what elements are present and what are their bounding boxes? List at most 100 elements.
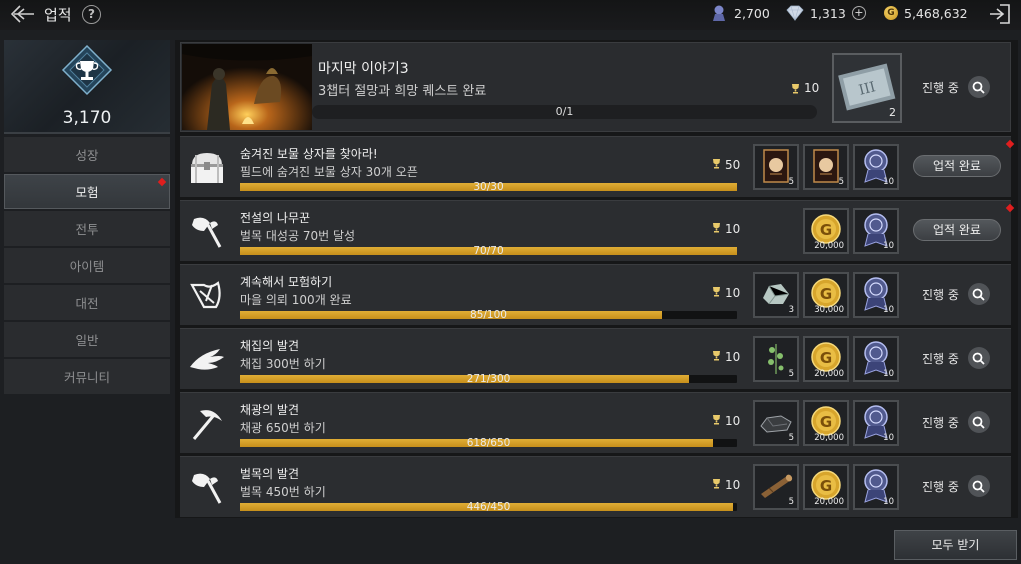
achievement-title: 채집의 발견 [240,339,300,353]
trophy-icon [711,222,722,236]
achievement-desc: 필드에 숨겨진 보물 상자 30개 오픈 [240,165,418,179]
progress-text: 271/300 [466,373,511,385]
complete-achievement-button[interactable]: 업적 완료 [913,219,1001,241]
trophy-value: 10 [725,350,741,364]
search-icon[interactable] [967,411,990,433]
reward-slot[interactable]: G 20,000 [803,400,849,446]
achievement-row[interactable]: 채광의 발견 채광 650번 하기 618/650 10 5 G 20,000 … [180,392,1011,453]
reward-slot[interactable]: 10 [853,400,899,446]
category-sidebar: 3,170 성장 모험 전투 아이템 대전 일반 커뮤니티 [4,40,170,400]
claim-all-button[interactable]: 모두 받기 [894,530,1017,560]
complete-achievement-button[interactable]: 업적 완료 [913,155,1001,177]
reward-slot[interactable]: 5 [753,144,799,190]
status-label: 진행 중 [922,479,959,494]
achievement-title: 채광의 발견 [240,403,300,417]
featured-status-label: 진행 중 [922,80,959,95]
add-diamond-button[interactable]: + [851,6,866,20]
featured-progress-text: 0/1 [555,105,574,118]
reward-slot[interactable]: 5 [803,144,849,190]
reward-slot[interactable]: 5 [753,336,799,382]
trophy-reward: 10 [711,350,740,364]
back-button[interactable] [8,3,38,25]
category-combat[interactable]: 전투 [4,211,170,246]
trophy-icon [792,83,799,93]
progress-text: 70/70 [473,245,504,257]
trophy-value: 10 [725,222,741,236]
reward-slot[interactable]: 3 [753,272,799,318]
trophy-value: 10 [725,414,741,428]
diamond-currency: 1,313 + [786,3,866,23]
featured-status[interactable]: 진행 중 [922,76,990,98]
reward-qty: 5 [788,497,794,507]
achievement-row[interactable]: 벌목의 발견 벌목 450번 하기 446/450 10 5 G 20,000 … [180,456,1011,517]
trophy-value: 50 [725,158,741,172]
story-scene-image [182,44,312,130]
status-in-progress[interactable]: 진행 중 [922,411,990,433]
featured-trophy-value: 10 [804,81,820,95]
reward-qty: 20,000 [814,497,844,507]
achievement-score: 3,170 [62,108,112,128]
exit-icon [990,4,1010,24]
medal-icon [713,5,725,21]
treasure-chest-icon [186,149,228,187]
category-community[interactable]: 커뮤니티 [4,359,170,394]
achievement-row[interactable]: 계속해서 모험하기 마을 의뢰 100개 완료 85/100 10 3 G 30… [180,264,1011,325]
progress-text: 446/450 [466,501,511,513]
reward-slot[interactable]: 10 [853,272,899,318]
axe-icon [186,469,228,507]
achievement-row[interactable]: 채집의 발견 채집 300번 하기 271/300 10 5 G 20,000 … [180,328,1011,389]
status-in-progress[interactable]: 진행 중 [922,475,990,497]
category-item[interactable]: 아이템 [4,248,170,283]
trophy-reward: 10 [711,286,740,300]
search-icon[interactable] [967,475,990,497]
featured-achievement[interactable]: 마지막 이야기3 3챕터 절망과 희망 퀘스트 완료 0/1 10 III 2 … [180,42,1011,132]
category-adventure[interactable]: 모험 [4,174,170,209]
search-icon[interactable] [967,283,990,305]
reward-slot[interactable]: G 20,000 [803,336,849,382]
achievement-row[interactable]: 숨겨진 보물 상자를 찾아라! 필드에 숨겨진 보물 상자 30개 오픈 30/… [180,136,1015,197]
achievement-title: 벌목의 발견 [240,467,300,481]
search-icon[interactable] [967,76,990,98]
search-icon[interactable] [967,347,990,369]
category-growth[interactable]: 성장 [4,137,170,172]
reward-slot[interactable]: G 20,000 [803,208,849,254]
status-in-progress[interactable]: 진행 중 [922,283,990,305]
diamond-amount: 1,313 [810,5,846,21]
reward-qty: 5 [788,433,794,443]
new-alert-dot [1005,139,1015,149]
status-label: 진행 중 [922,415,959,430]
reward-qty: 5 [838,177,844,187]
reward-slot[interactable]: 5 [753,464,799,510]
trophy-icon [711,158,722,172]
reward-slot[interactable]: G 20,000 [803,464,849,510]
featured-desc: 3챕터 절망과 희망 퀘스트 완료 [318,84,487,99]
achievement-title: 숨겨진 보물 상자를 찾아라! [240,147,378,161]
reward-slot[interactable]: 10 [853,208,899,254]
svg-text:G: G [820,349,832,367]
trophy-icon [711,478,722,492]
category-general[interactable]: 일반 [4,322,170,357]
help-button[interactable]: ? [82,5,101,24]
reward-qty: 10 [883,305,894,315]
exit-button[interactable] [987,2,1013,26]
reward-qty: 3 [788,305,794,315]
achievement-desc: 채광 650번 하기 [240,421,326,435]
trophy-reward: 50 [711,158,740,172]
reward-slot[interactable]: 10 [853,464,899,510]
reward-qty: 10 [883,241,894,251]
gold-coin-icon: G [884,6,898,20]
category-pvp[interactable]: 대전 [4,285,170,320]
achievement-row[interactable]: 전설의 나무꾼 벌목 대성공 70번 달성 70/70 10 G 20,000 … [180,200,1015,261]
trophy-icon [711,286,722,300]
reward-slot[interactable]: G 30,000 [803,272,849,318]
featured-reward-slot[interactable]: III 2 [832,53,902,123]
reward-slot[interactable]: 5 [753,400,799,446]
status-in-progress[interactable]: 진행 중 [922,347,990,369]
page-title: 업적 [44,6,72,24]
reward-qty: 5 [788,177,794,187]
reward-qty: 10 [883,177,894,187]
achievement-title: 전설의 나무꾼 [240,211,311,225]
reward-slot[interactable]: 10 [853,336,899,382]
reward-slot[interactable]: 10 [853,144,899,190]
new-alert-dot [157,177,167,187]
